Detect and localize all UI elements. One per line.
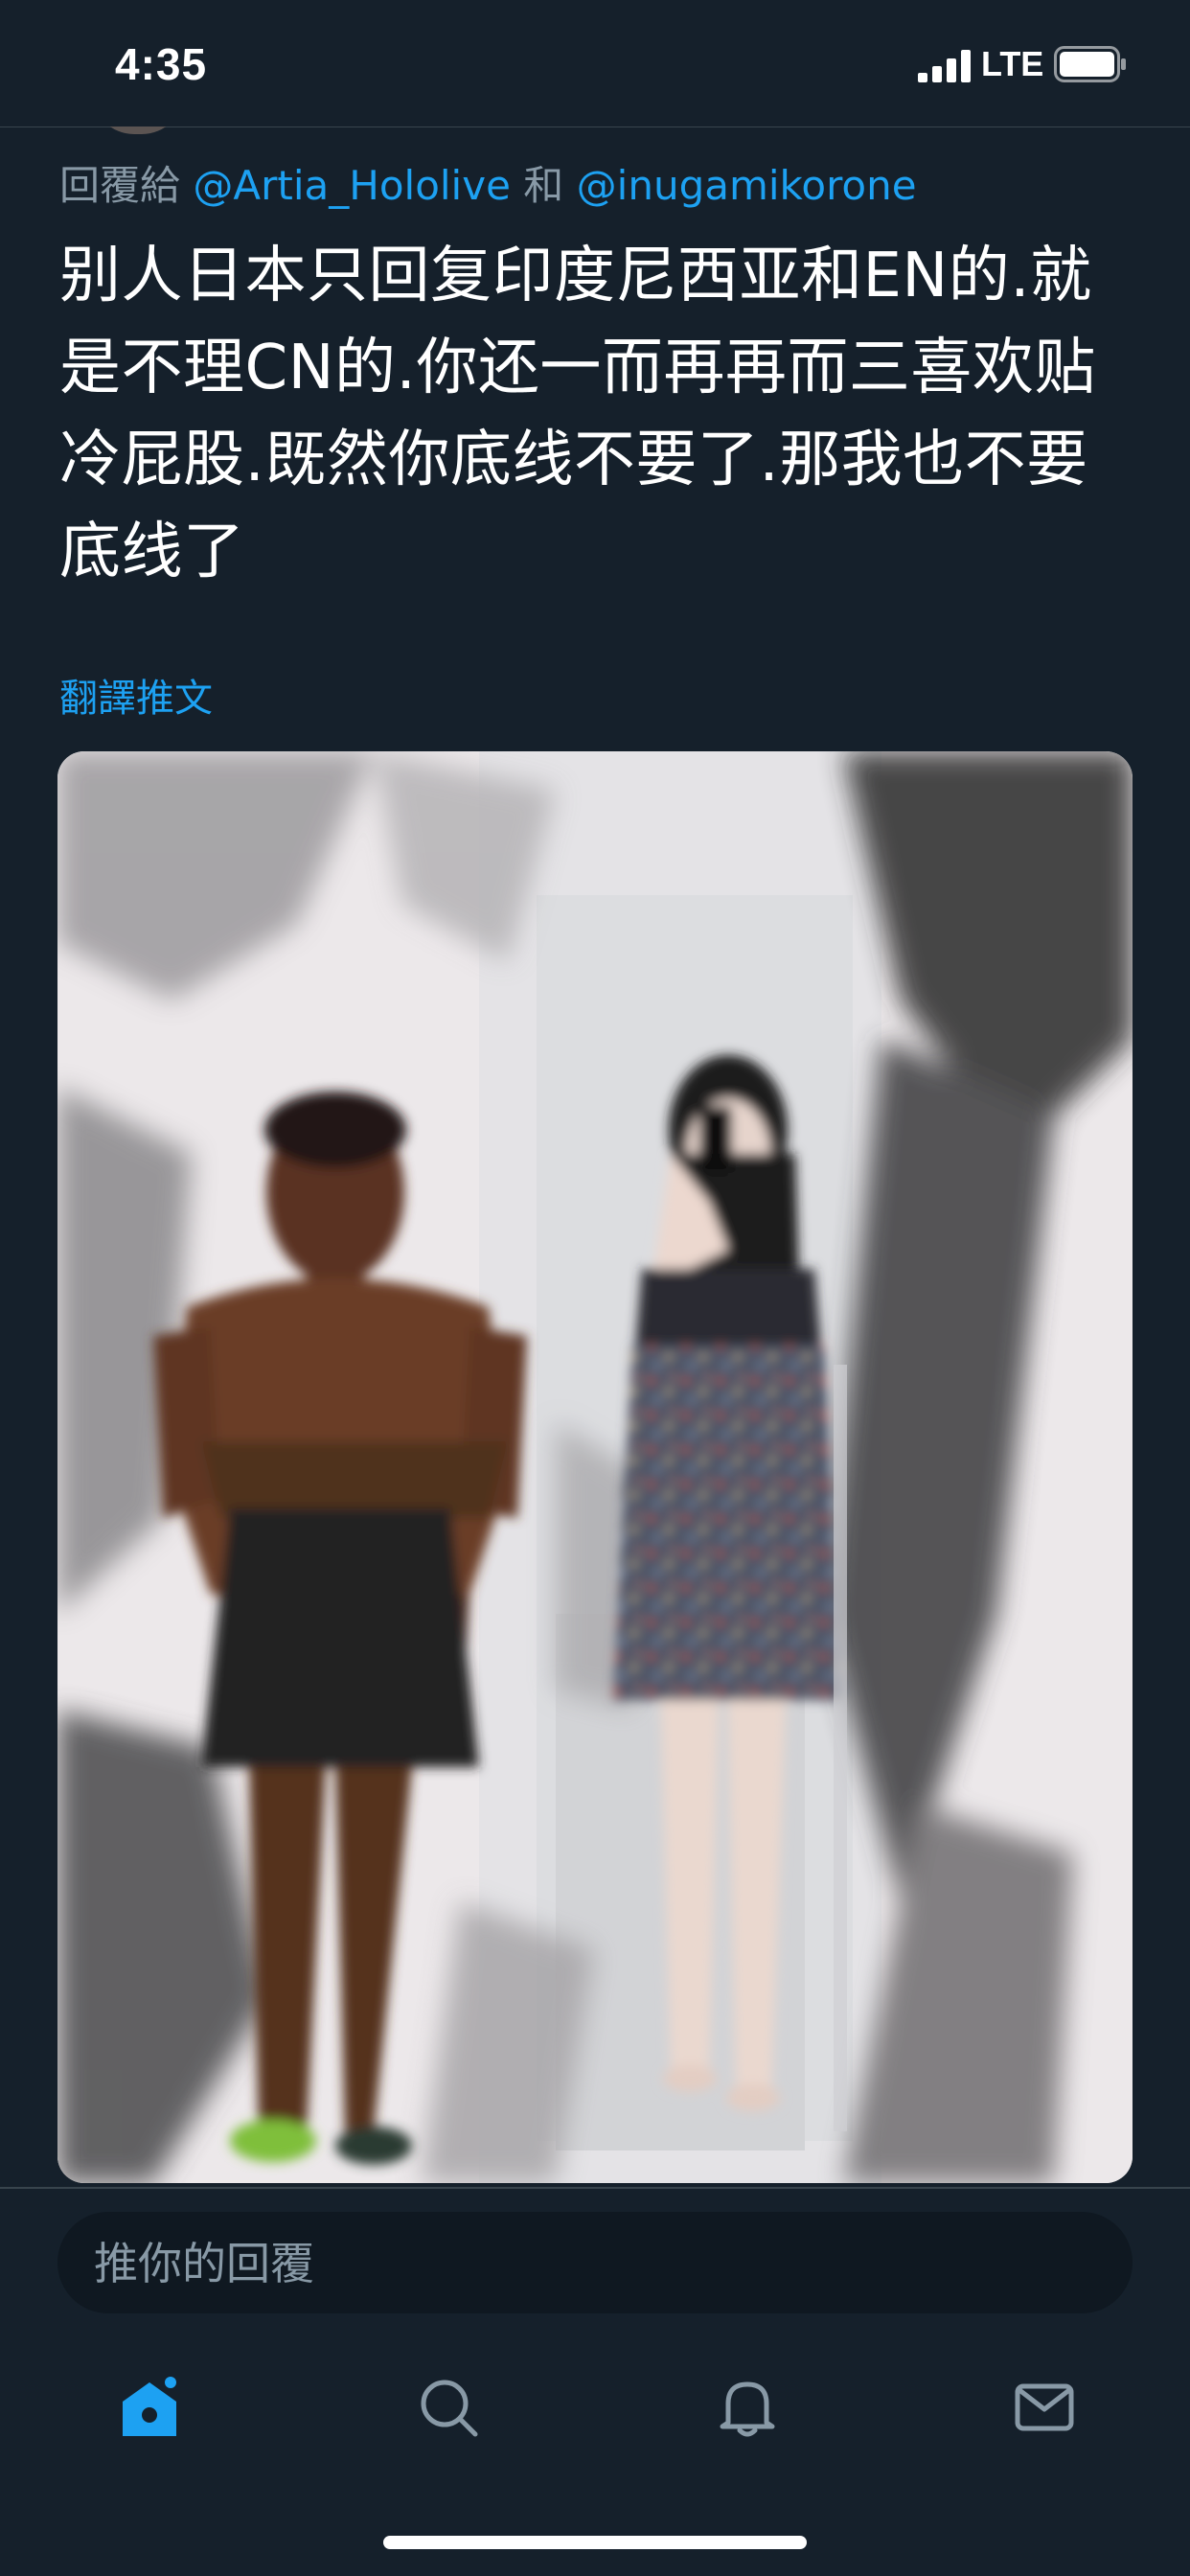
reply-box[interactable] — [57, 2212, 1133, 2315]
mention-link-artia[interactable]: @Artia_Hololive — [193, 162, 511, 209]
tab-search[interactable] — [400, 2359, 496, 2455]
battery-full-icon — [1054, 46, 1126, 82]
translate-tweet-link[interactable]: 翻譯推文 — [59, 667, 213, 723]
home-icon — [123, 2377, 176, 2436]
network-label: LTE — [981, 44, 1044, 83]
reply-context: 回覆給 @Artia_Hololive 和 @inugamikorone — [59, 153, 917, 212]
status-time: 4:35 — [115, 39, 208, 89]
cellular-signal-icon — [918, 50, 971, 82]
photo-illustration — [57, 751, 1133, 2183]
status-bar: 4:35 LTE — [0, 0, 1190, 126]
bottom-tab-bar — [0, 2338, 1190, 2472]
tab-messages[interactable] — [996, 2359, 1092, 2455]
tweet-photo[interactable] — [57, 751, 1133, 2183]
bell-icon — [720, 2381, 775, 2437]
reply-divider — [0, 2187, 1190, 2189]
tab-home[interactable] — [102, 2359, 197, 2455]
reply-input[interactable] — [92, 2212, 1092, 2315]
reply-prefix: 回覆給 — [59, 162, 181, 209]
home-indicator[interactable] — [383, 2536, 807, 2549]
envelope-icon — [1015, 2383, 1074, 2431]
reply-conjunction: 和 — [523, 162, 564, 209]
tab-notifications[interactable] — [699, 2359, 795, 2455]
mention-link-korone[interactable]: @inugamikorone — [577, 162, 917, 209]
tweet-text: 别人日本只回复印度尼西亚和EN的.就是不理CN的.你还一而再再而三喜欢贴冷屁股.… — [59, 241, 1096, 587]
search-icon — [421, 2380, 478, 2437]
